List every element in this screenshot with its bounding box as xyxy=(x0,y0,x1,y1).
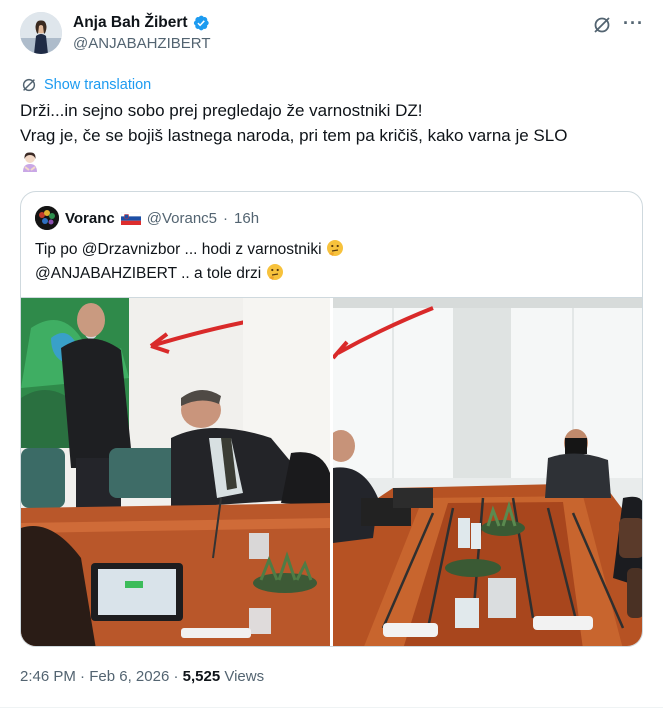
tweet-line-1: Drži...in sejno sobo prej pregledajo že … xyxy=(20,101,423,120)
thinking-face-emoji-icon xyxy=(326,240,343,256)
meta-separator: · xyxy=(223,209,229,227)
slovenia-flag-icon xyxy=(120,211,141,225)
translate-icon xyxy=(22,78,36,92)
tweet-header: Anja Bah Žibert @ANJABAHZIBERT ··· xyxy=(20,10,645,58)
tweet-line-2: Vrag je, če se bojiš lastnega naroda, pr… xyxy=(20,126,568,145)
thinking-face-emoji-icon xyxy=(266,264,283,280)
tweet-date[interactable]: Feb 6, 2026 xyxy=(89,668,169,685)
media-photo-2[interactable] xyxy=(333,298,642,646)
author-info: Anja Bah Žibert @ANJABAHZIBERT xyxy=(73,14,210,52)
quoted-tweet-media[interactable] xyxy=(21,297,642,646)
divider xyxy=(0,707,663,708)
author-handle[interactable]: @ANJABAHZIBERT xyxy=(73,35,210,52)
quoted-line-1: Tip po @Drzavnizbor ... hodi z varnostni… xyxy=(35,241,322,258)
show-translation-label: Show translation xyxy=(44,77,152,93)
views-label: Views xyxy=(224,668,265,685)
show-translation-link[interactable]: Show translation xyxy=(20,76,151,94)
woman-gesturing-emoji-icon xyxy=(23,151,37,172)
tweet-meta: 2:46 PM · Feb 6, 2026 · 5,525 Views xyxy=(20,668,264,685)
quoted-tweet-header: Voranc @Voranc5 · 16h xyxy=(35,206,259,230)
tweet-time[interactable]: 2:46 PM xyxy=(20,668,76,685)
quoted-author-avatar xyxy=(35,206,59,230)
views-count: 5,525 xyxy=(182,668,221,685)
verified-badge-icon xyxy=(193,15,209,31)
quoted-tweet[interactable]: Voranc @Voranc5 · 16h Tip po @Drzavnizbo… xyxy=(20,191,643,647)
quoted-line-2: @ANJABAHZIBERT .. a tole drzi xyxy=(35,265,262,282)
media-photo-1[interactable] xyxy=(21,298,330,646)
tweet-text: Drži...in sejno sobo prej pregledajo že … xyxy=(20,98,640,173)
meta-separator: · xyxy=(173,668,179,685)
author-display-name[interactable]: Anja Bah Žibert xyxy=(73,14,188,32)
meta-separator: · xyxy=(80,668,86,685)
quoted-tweet-text: Tip po @Drzavnizbor ... hodi z varnostni… xyxy=(35,238,344,286)
quoted-tweet-time: 16h xyxy=(234,209,260,227)
more-icon[interactable]: ··· xyxy=(623,14,644,32)
grok-icon[interactable] xyxy=(592,15,612,35)
quoted-author-handle: @Voranc5 xyxy=(146,209,218,227)
quoted-author-name: Voranc xyxy=(65,209,115,227)
author-avatar[interactable] xyxy=(20,12,62,54)
